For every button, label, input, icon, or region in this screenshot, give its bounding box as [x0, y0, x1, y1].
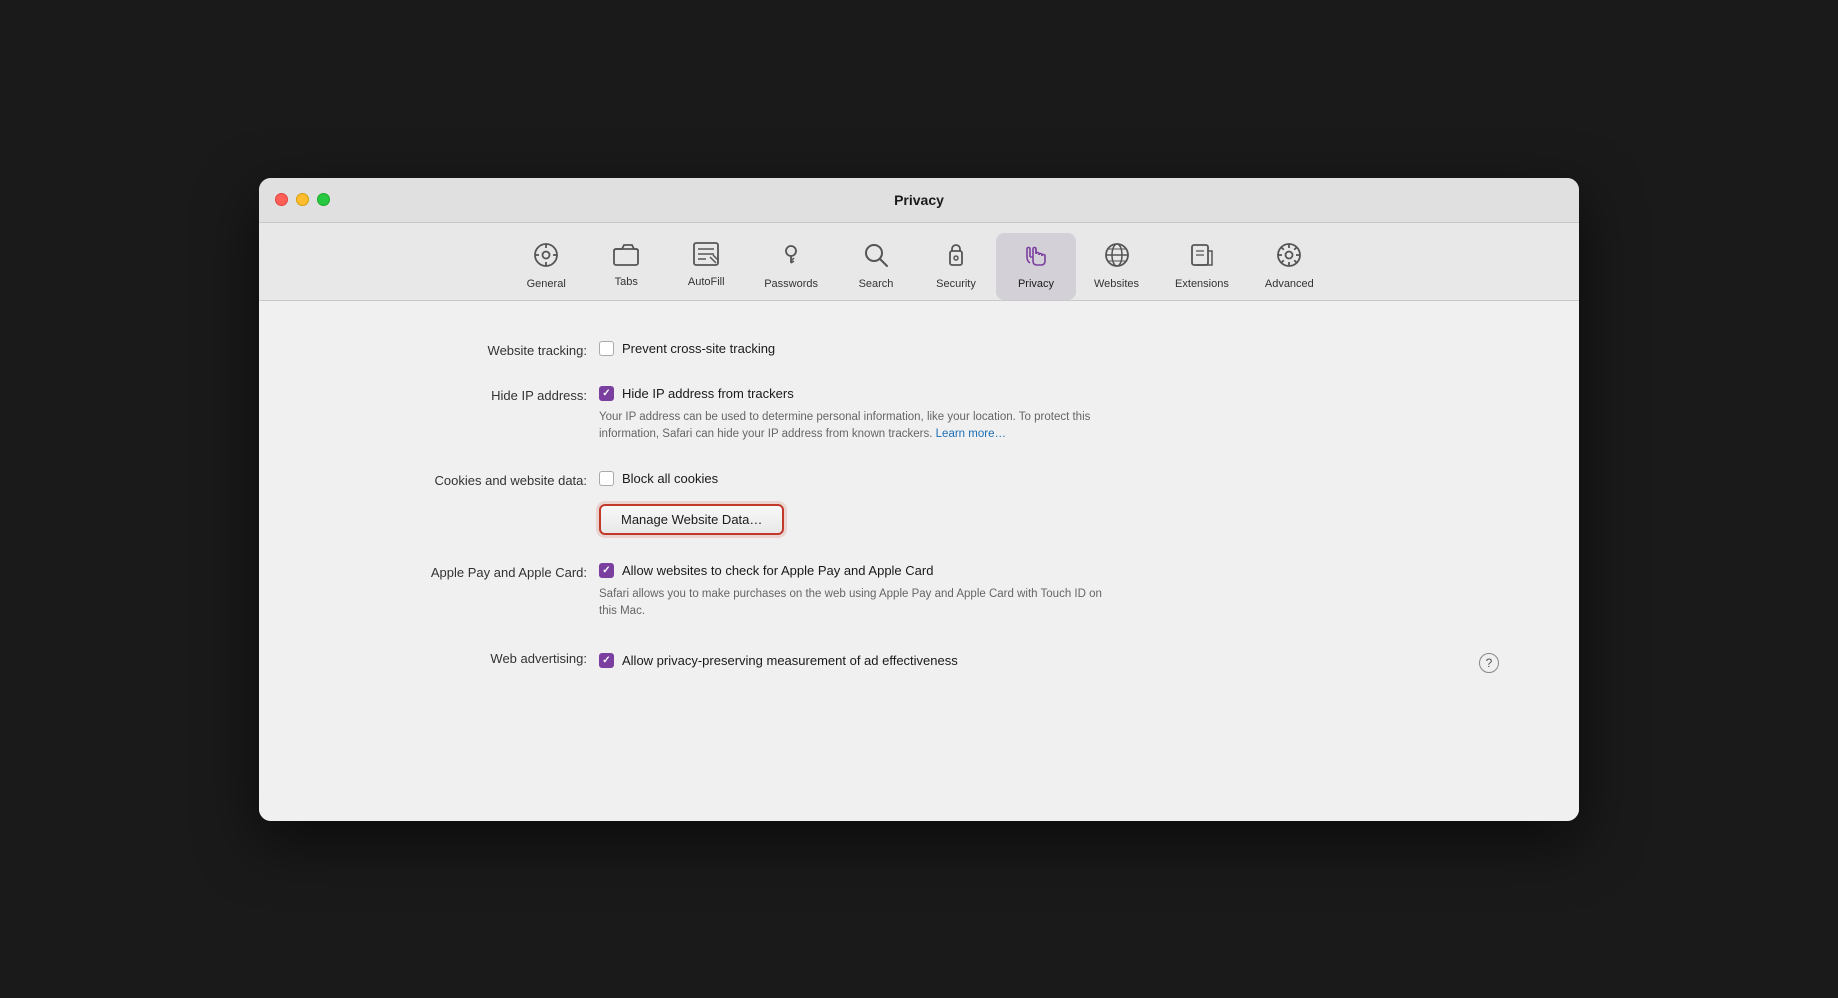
tab-extensions[interactable]: Extensions: [1157, 233, 1247, 300]
security-icon: [944, 241, 968, 273]
tab-search[interactable]: Search: [836, 233, 916, 300]
tab-autofill[interactable]: AutoFill: [666, 233, 746, 298]
website-tracking-checkbox-row: Prevent cross-site tracking: [599, 341, 775, 356]
cookies-checkbox[interactable]: [599, 471, 614, 486]
advanced-icon: [1275, 241, 1303, 273]
tab-advanced-label: Advanced: [1265, 278, 1314, 290]
learn-more-link[interactable]: Learn more…: [936, 428, 1006, 440]
tab-search-label: Search: [859, 278, 894, 290]
autofill-icon: [692, 241, 720, 271]
apple-pay-checkbox-label: Allow websites to check for Apple Pay an…: [622, 563, 933, 578]
apple-pay-checkbox-row: Allow websites to check for Apple Pay an…: [599, 563, 1119, 578]
content-area: Website tracking: Prevent cross-site tra…: [259, 301, 1579, 821]
tab-advanced[interactable]: Advanced: [1247, 233, 1332, 300]
window-title: Privacy: [894, 192, 944, 208]
cookies-control: Block all cookies Manage Website Data…: [599, 471, 784, 535]
search-icon: [862, 241, 890, 273]
toolbar: General Tabs: [259, 223, 1579, 301]
website-tracking-control: Prevent cross-site tracking: [599, 341, 775, 356]
web-advertising-checkbox[interactable]: [599, 653, 614, 668]
cookies-label: Cookies and website data:: [339, 471, 599, 488]
tab-privacy[interactable]: Privacy: [996, 233, 1076, 300]
web-advertising-label: Web advertising:: [339, 649, 599, 666]
website-tracking-checkbox[interactable]: [599, 341, 614, 356]
tab-passwords-label: Passwords: [764, 278, 818, 290]
titlebar: Privacy: [259, 178, 1579, 223]
hide-ip-label: Hide IP address:: [339, 386, 599, 403]
cookies-checkbox-label: Block all cookies: [622, 471, 718, 486]
privacy-icon: [1023, 241, 1049, 273]
tab-autofill-label: AutoFill: [688, 276, 725, 288]
apple-pay-row: Apple Pay and Apple Card: Allow websites…: [339, 563, 1499, 621]
general-icon: [532, 241, 560, 273]
tab-websites[interactable]: Websites: [1076, 233, 1157, 300]
maximize-button[interactable]: [317, 193, 330, 206]
tab-general-label: General: [527, 278, 566, 290]
minimize-button[interactable]: [296, 193, 309, 206]
website-tracking-label: Website tracking:: [339, 341, 599, 358]
main-window: Privacy General: [259, 178, 1579, 821]
apple-pay-checkbox[interactable]: [599, 563, 614, 578]
tab-tabs-label: Tabs: [615, 276, 638, 288]
web-advertising-checkbox-row: Allow privacy-preserving measurement of …: [599, 653, 958, 668]
hide-ip-checkbox-row: Hide IP address from trackers: [599, 386, 1119, 401]
passwords-icon: [779, 241, 803, 273]
apple-pay-label: Apple Pay and Apple Card:: [339, 563, 599, 580]
tab-general[interactable]: General: [506, 233, 586, 300]
extensions-icon: [1188, 241, 1216, 273]
hide-ip-checkbox[interactable]: [599, 386, 614, 401]
manage-website-data-button[interactable]: Manage Website Data…: [599, 504, 784, 535]
tab-tabs[interactable]: Tabs: [586, 233, 666, 298]
apple-pay-description: Safari allows you to make purchases on t…: [599, 586, 1119, 621]
tab-passwords[interactable]: Passwords: [746, 233, 836, 300]
tab-security-label: Security: [936, 278, 976, 290]
websites-icon: [1103, 241, 1131, 273]
hide-ip-control: Hide IP address from trackers Your IP ad…: [599, 386, 1119, 444]
tab-websites-label: Websites: [1094, 278, 1139, 290]
cookies-row: Cookies and website data: Block all cook…: [339, 471, 1499, 535]
traffic-lights: [275, 193, 330, 206]
tabs-icon: [612, 241, 640, 271]
web-advertising-row: Web advertising: Allow privacy-preservin…: [339, 649, 1499, 673]
apple-pay-control: Allow websites to check for Apple Pay an…: [599, 563, 1119, 621]
website-tracking-row: Website tracking: Prevent cross-site tra…: [339, 341, 1499, 358]
cookies-checkbox-row: Block all cookies: [599, 471, 784, 486]
hide-ip-checkbox-label: Hide IP address from trackers: [622, 386, 794, 401]
web-advertising-checkbox-label: Allow privacy-preserving measurement of …: [622, 653, 958, 668]
tab-privacy-label: Privacy: [1018, 278, 1054, 290]
help-button[interactable]: ?: [1479, 653, 1499, 673]
close-button[interactable]: [275, 193, 288, 206]
web-advertising-control: Allow privacy-preserving measurement of …: [599, 649, 1499, 673]
hide-ip-description: Your IP address can be used to determine…: [599, 409, 1119, 444]
tab-security[interactable]: Security: [916, 233, 996, 300]
tab-extensions-label: Extensions: [1175, 278, 1229, 290]
hide-ip-row: Hide IP address: Hide IP address from tr…: [339, 386, 1499, 444]
website-tracking-checkbox-label: Prevent cross-site tracking: [622, 341, 775, 356]
